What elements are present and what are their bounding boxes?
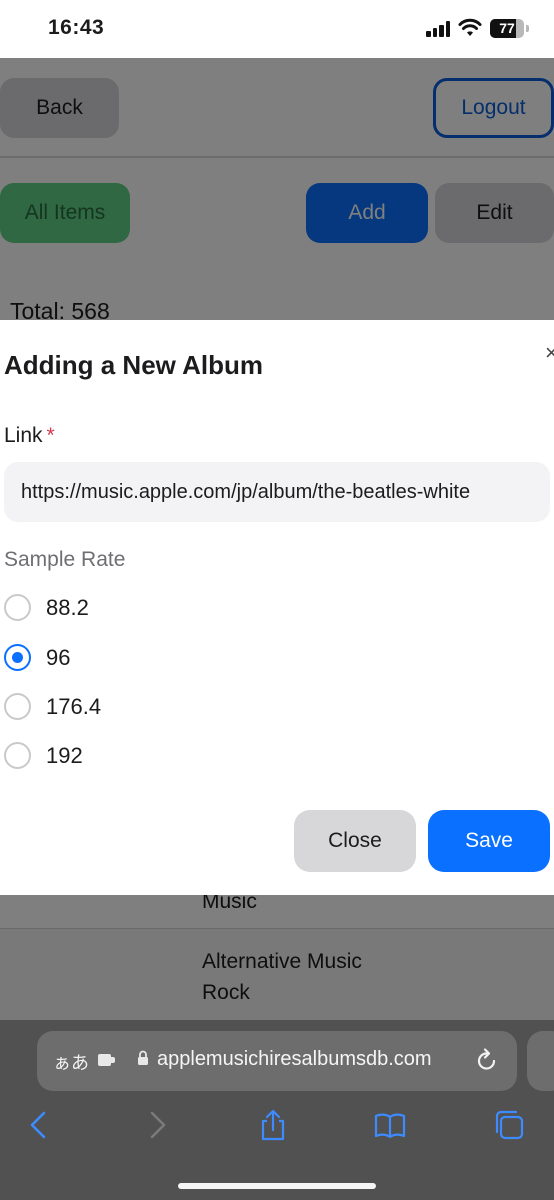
required-mark: * xyxy=(46,424,55,447)
tabs-icon[interactable] xyxy=(492,1108,526,1142)
add-album-modal: Adding a New Album × Link * https://music… xyxy=(0,320,554,895)
back-chevron-icon[interactable] xyxy=(22,1108,56,1142)
extension-icon[interactable] xyxy=(97,1051,117,1069)
sample-rate-option[interactable]: 192 xyxy=(4,742,204,774)
link-label-text: Link xyxy=(4,424,43,447)
modal-title: Adding a New Album xyxy=(4,350,264,380)
link-field-label: Link * xyxy=(4,424,55,448)
lock-icon xyxy=(138,1050,148,1065)
share-icon[interactable] xyxy=(256,1108,290,1142)
bookmarks-icon[interactable] xyxy=(373,1108,407,1142)
url-text[interactable]: applemusichiresalbumsdb.com xyxy=(157,1048,432,1071)
radio-label: 192 xyxy=(46,743,83,768)
battery-level: 77 xyxy=(499,20,515,36)
home-indicator xyxy=(178,1183,376,1189)
sample-rate-option[interactable]: 176.4 xyxy=(4,693,204,725)
wifi-icon xyxy=(458,18,482,36)
page-settings-button[interactable]: ぁあ xyxy=(53,1049,89,1075)
forward-chevron-icon[interactable] xyxy=(140,1108,174,1142)
radio-label: 88.2 xyxy=(46,595,89,620)
battery-icon: 77 xyxy=(490,19,524,38)
radio-button[interactable] xyxy=(4,742,31,769)
battery-nub xyxy=(526,25,529,32)
radio-button[interactable] xyxy=(4,693,31,720)
close-button[interactable]: Close xyxy=(294,810,416,872)
cellular-signal-icon xyxy=(426,21,452,37)
address-bar[interactable]: ぁあ applemusichiresalbumsdb.com xyxy=(37,1031,517,1091)
status-time: 16:43 xyxy=(48,16,105,39)
sample-rate-option[interactable]: 88.2 xyxy=(4,594,204,626)
link-input[interactable]: https://music.apple.com/jp/album/the-bea… xyxy=(4,462,550,522)
next-tab-preview[interactable] xyxy=(527,1031,554,1091)
radio-button[interactable] xyxy=(4,594,31,621)
radio-button-selected[interactable] xyxy=(4,644,31,671)
reload-icon[interactable] xyxy=(475,1047,499,1073)
save-button[interactable]: Save xyxy=(428,810,550,872)
sample-rate-label: Sample Rate xyxy=(4,548,126,571)
sample-rate-option[interactable]: 96 xyxy=(4,644,204,676)
browser-toolbar: ぁあ applemusichiresalbumsdb.com xyxy=(0,1020,554,1200)
radio-label: 176.4 xyxy=(46,694,102,719)
close-icon[interactable]: × xyxy=(545,340,554,366)
status-bar: 16:43 77 xyxy=(0,0,554,58)
radio-label: 96 xyxy=(46,645,71,670)
